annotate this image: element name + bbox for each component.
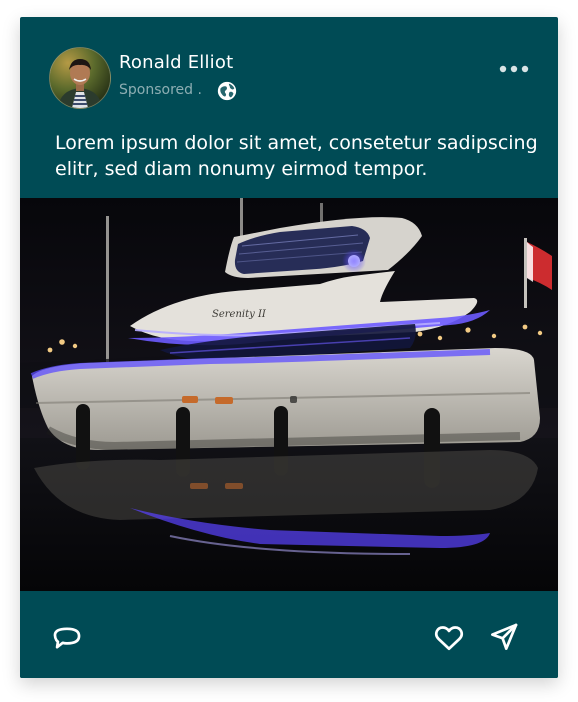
post-actions bbox=[20, 591, 558, 678]
more-options-icon[interactable] bbox=[498, 63, 530, 75]
author-name[interactable]: Ronald Elliot bbox=[119, 52, 233, 73]
post-caption: Lorem ipsum dolor sit amet, consetetur s… bbox=[55, 132, 538, 180]
comment-icon[interactable] bbox=[50, 621, 84, 655]
post-header: Ronald Elliot Sponsored . bbox=[20, 17, 558, 127]
globe-icon bbox=[217, 81, 237, 101]
heart-icon[interactable] bbox=[432, 620, 466, 654]
avatar[interactable] bbox=[49, 47, 111, 109]
svg-text:Serenity II: Serenity II bbox=[212, 309, 267, 320]
sponsored-label: Sponsored . bbox=[119, 82, 202, 98]
avatar-image bbox=[50, 48, 110, 108]
yacht-photo: Serenity II bbox=[20, 198, 558, 591]
send-icon[interactable] bbox=[487, 620, 521, 654]
post-card: Ronald Elliot Sponsored . Lorem ipsum do… bbox=[20, 17, 558, 678]
post-photo[interactable]: Serenity II bbox=[20, 198, 558, 591]
